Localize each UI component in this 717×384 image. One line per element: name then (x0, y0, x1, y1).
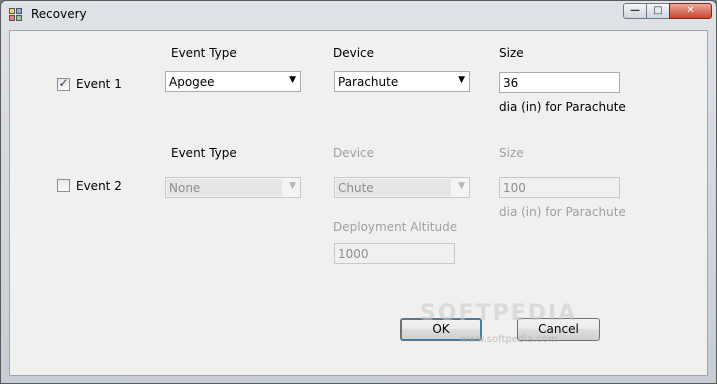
event2-device-header: Device (333, 146, 375, 160)
event1-size-value: 36 (503, 76, 519, 90)
event1-size-header: Size (499, 46, 524, 60)
chevron-down-icon: ▼ (458, 75, 465, 85)
event1-checkbox-label[interactable]: Event 1 (76, 77, 122, 91)
recovery-window: Recovery — □ ✕ Event Type Device Size ✓ … (0, 0, 717, 384)
maximize-button[interactable]: □ (646, 3, 670, 19)
event1-device-select[interactable]: Parachute ▼ (334, 71, 470, 92)
window-title: Recovery (31, 7, 87, 21)
event2-event-type-select[interactable]: None ▼ (165, 177, 301, 198)
chevron-down-icon: ▼ (289, 181, 296, 191)
title-bar[interactable]: Recovery — □ ✕ (1, 1, 716, 29)
app-icon (9, 8, 23, 22)
event2-size-header: Size (499, 146, 524, 160)
chevron-down-icon: ▼ (458, 181, 465, 191)
checkmark-icon: ✓ (58, 76, 69, 90)
minimize-icon: — (630, 5, 640, 16)
deployment-altitude-label: Deployment Altitude (333, 220, 458, 234)
event2-device-select[interactable]: Chute ▼ (334, 177, 470, 198)
dialog-client-area: Event Type Device Size ✓ Event 1 Apogee … (9, 30, 708, 376)
watermark-logo: SOFTPEDIA (420, 301, 578, 326)
deployment-altitude-input[interactable]: 1000 (334, 243, 455, 264)
close-button[interactable]: ✕ (669, 3, 712, 19)
event2-device-value: Chute (338, 181, 374, 195)
event1-event-type-header: Event Type (171, 46, 237, 60)
event1-size-unit-label: dia (in) for Parachute (499, 100, 626, 114)
event1-device-header: Device (333, 46, 375, 60)
chevron-down-icon: ▼ (289, 75, 296, 85)
event1-device-value: Parachute (338, 75, 399, 89)
event2-event-type-value: None (169, 181, 201, 195)
event1-checkbox[interactable]: ✓ (57, 76, 70, 91)
event2-event-type-header: Event Type (171, 146, 237, 160)
watermark-url: www.softpedia.com (460, 334, 558, 345)
event1-size-input[interactable]: 36 (499, 72, 620, 93)
event2-checkbox[interactable] (57, 179, 70, 192)
event2-size-unit-label: dia (in) for Parachute (499, 205, 626, 219)
deployment-altitude-value: 1000 (338, 247, 369, 261)
close-icon: ✕ (686, 5, 695, 16)
event2-checkbox-label[interactable]: Event 2 (76, 179, 122, 193)
minimize-button[interactable]: — (623, 3, 647, 19)
maximize-icon: □ (653, 5, 663, 16)
event1-event-type-select[interactable]: Apogee ▼ (165, 71, 301, 92)
event1-event-type-value: Apogee (169, 75, 215, 89)
event2-size-input[interactable]: 100 (499, 177, 620, 198)
event2-size-value: 100 (503, 181, 526, 195)
